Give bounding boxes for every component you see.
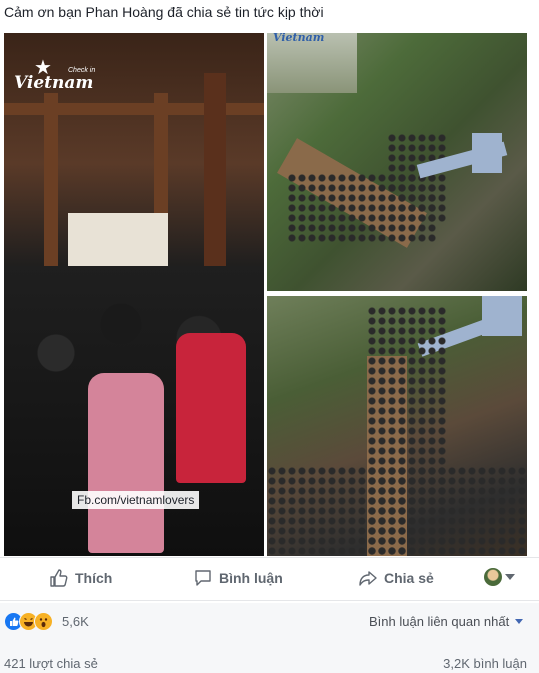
wow-icon xyxy=(34,612,53,631)
comment-count[interactable]: 3,2K bình luận xyxy=(443,656,527,671)
pillar xyxy=(204,73,226,293)
watermark-logo-small: Vietnam xyxy=(273,33,325,44)
chevron-down-icon xyxy=(515,619,524,624)
comment-icon xyxy=(193,568,213,588)
pillar xyxy=(44,93,58,293)
stair-tower xyxy=(472,133,502,173)
comment-button[interactable]: Bình luận xyxy=(193,566,283,590)
like-label: Thích xyxy=(75,570,113,586)
crowd-on-stairs xyxy=(387,133,447,223)
person-pink-coat xyxy=(88,373,164,553)
watermark-logo: Vietnam xyxy=(14,73,94,93)
like-button[interactable]: Thích xyxy=(49,566,112,590)
comment-sort-label: Bình luận liên quan nhất xyxy=(369,614,510,629)
thumbs-up-icon xyxy=(49,568,69,588)
reaction-icons[interactable] xyxy=(4,612,53,631)
comment-label: Bình luận xyxy=(219,570,283,586)
person-red-jacket xyxy=(176,333,246,483)
share-button[interactable]: Chia sẻ xyxy=(358,566,434,590)
post-as-selector[interactable] xyxy=(484,568,515,586)
crowd-foreground xyxy=(267,466,527,556)
share-label: Chia sẻ xyxy=(384,570,434,586)
fb-page-tag: Fb.com/vietnamlovers xyxy=(72,491,200,509)
post-text: Cảm ơn bạn Phan Hoàng đã chia sẻ tin tức… xyxy=(4,4,324,20)
divider xyxy=(0,557,539,558)
chevron-down-icon xyxy=(505,574,515,580)
photo-crowd-stairs[interactable] xyxy=(267,296,527,556)
reaction-count[interactable]: 5,6K xyxy=(62,614,89,629)
divider xyxy=(0,600,539,601)
share-count[interactable]: 421 lượt chia sẻ xyxy=(4,656,98,671)
avatar xyxy=(484,568,502,586)
photo-mountain-path[interactable]: Vietnam xyxy=(267,33,527,291)
photo-temple-crowd[interactable]: ★ Check in Vietnam Fb.com/vietnamlovers xyxy=(4,33,264,556)
comment-sort-dropdown[interactable]: Bình luận liên quan nhất xyxy=(369,614,524,629)
share-icon xyxy=(358,568,378,588)
stair-tower xyxy=(482,296,522,336)
